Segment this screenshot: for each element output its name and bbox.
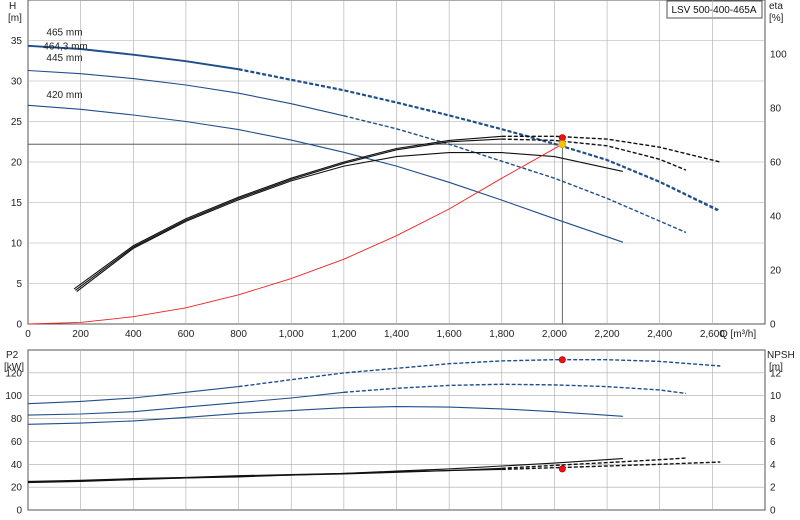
head-left-tick-label: 15 [11, 198, 23, 209]
head-right-tick-label: 60 [770, 158, 782, 169]
head-right-tick-label: 100 [770, 50, 787, 61]
x-tick-label: 800 [230, 329, 247, 340]
x-tick-label: 1,000 [279, 329, 304, 340]
curve-label-layer: 465 mm 464,3 mm445 mm 420 mm [43, 28, 87, 101]
power-curve-2-solid [27, 406, 623, 425]
head-curve-7-solid [27, 143, 563, 325]
flow-axis-title: Q [m³/h] [720, 329, 756, 340]
impeller-diameter-label: 420 mm [46, 90, 82, 101]
power-right-tick-label: 12 [770, 368, 782, 379]
head-axis-unit: [m] [8, 13, 22, 24]
x-tick-label: 1,400 [384, 329, 409, 340]
head-curve-4-solid [73, 135, 502, 290]
head-left-tick-label: 30 [11, 77, 23, 88]
power-right-tick-label: 0 [770, 506, 776, 517]
impeller-diameter-label: 465 mm [46, 28, 82, 39]
head-left-tick-label: 10 [11, 239, 23, 250]
chart-title: LSV 500-400-465A [671, 5, 756, 16]
x-tick-label: 1,600 [437, 329, 462, 340]
x-tick-label: 1,800 [489, 329, 514, 340]
head-right-tick-label: 40 [770, 212, 782, 223]
pump-performance-chart: LSV 500-400-465A H [m] eta [%] Q [m³/h] … [0, 0, 800, 520]
power-left-tick-label: 60 [11, 437, 23, 448]
head-right-tick-label: 80 [770, 104, 782, 115]
eta-axis-title: eta [769, 1, 783, 12]
head-left-tick-label: 20 [11, 158, 23, 169]
eta-axis-unit: [%] [769, 13, 784, 24]
power-right-tick-label: 2 [770, 483, 776, 494]
head-left-tick-label: 35 [11, 36, 23, 47]
head-left-tick-label: 5 [16, 279, 22, 290]
power-right-tick-label: 4 [770, 460, 776, 471]
power-curve-4-solid [27, 467, 502, 483]
head-right-tick-label: 20 [770, 266, 782, 277]
impeller-diameter-label: 445 mm [46, 53, 82, 64]
grid-layer [28, 0, 765, 510]
power-left-tick-label: 100 [5, 391, 22, 402]
power-left-tick-label: 80 [11, 414, 23, 425]
x-tick-label: 2,400 [647, 329, 672, 340]
power-right-tick-label: 8 [770, 414, 776, 425]
x-tick-label: 2,000 [542, 329, 567, 340]
power-marker-0 [558, 356, 566, 364]
power-curve-3-dashed [501, 461, 721, 471]
power-right-tick-label: 10 [770, 391, 782, 402]
chart-canvas: LSV 500-400-465A H [m] eta [%] Q [m³/h] … [4, 0, 795, 517]
head-left-tick-label: 25 [11, 117, 23, 128]
head-right-tick-label: 0 [770, 320, 776, 331]
power-axis-title: P2 [6, 350, 19, 361]
power-right-tick-label: 6 [770, 437, 776, 448]
power-left-tick-label: 120 [5, 368, 22, 379]
x-tick-label: 2,600 [700, 329, 725, 340]
x-tick-label: 1,200 [331, 329, 356, 340]
power-marker-1 [558, 465, 566, 473]
npsh-axis-title: NPSH [767, 350, 795, 361]
power-left-tick-label: 0 [16, 506, 22, 517]
power-curve-1-dashed [343, 383, 687, 395]
head-marker-1 [558, 140, 567, 149]
impeller-diameter-label: 464,3 mm [43, 41, 87, 52]
x-tick-label: 400 [125, 329, 142, 340]
head-marker-0 [558, 134, 566, 142]
curve-layer [27, 44, 721, 484]
x-tick-label: 200 [72, 329, 89, 340]
power-left-tick-label: 40 [11, 460, 23, 471]
x-tick-label: 2,200 [595, 329, 620, 340]
x-tick-label: 0 [25, 329, 31, 340]
x-tick-label: 600 [178, 329, 195, 340]
head-left-tick-label: 0 [16, 320, 22, 331]
head-axis-title: H [9, 1, 16, 12]
power-left-tick-label: 20 [11, 483, 23, 494]
head-curve-3-solid [27, 104, 624, 243]
